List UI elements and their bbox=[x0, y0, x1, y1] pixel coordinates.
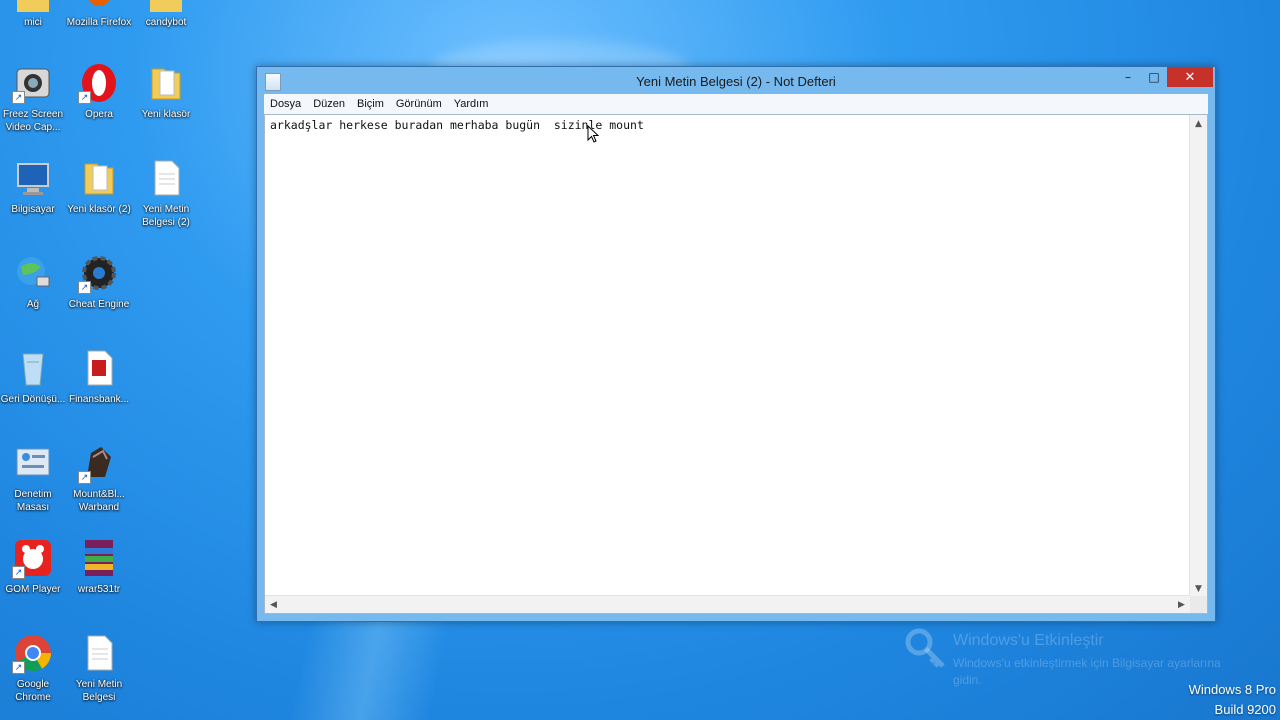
notepad-app-icon[interactable] bbox=[265, 73, 281, 91]
key-icon bbox=[905, 628, 945, 668]
text-file-icon bbox=[78, 632, 120, 674]
desktop-icon-google-chrome[interactable]: ↗ Google Chrome bbox=[0, 632, 66, 704]
text-editor-area[interactable]: arkadşlar herkese buradan merhaba bugün … bbox=[264, 114, 1208, 614]
os-build-info: Windows 8 Pro Build 9200 bbox=[1189, 680, 1276, 720]
os-build-number: Build 9200 bbox=[1214, 702, 1276, 717]
chrome-icon: ↗ bbox=[12, 632, 54, 674]
desktop-icon-gom-player[interactable]: ↗ GOM Player bbox=[0, 537, 66, 596]
maximize-button[interactable]: □ bbox=[1141, 67, 1167, 87]
shortcut-arrow-icon: ↗ bbox=[78, 91, 91, 104]
menu-bar: Dosya Düzen Biçim Görünüm Yardım bbox=[264, 94, 1208, 114]
menu-bicim[interactable]: Biçim bbox=[351, 98, 390, 110]
desktop-icon-finansbank[interactable]: Finansbank... bbox=[66, 347, 132, 406]
menu-yardim[interactable]: Yardım bbox=[448, 98, 495, 110]
capture-app-icon: ↗ bbox=[12, 62, 54, 104]
desktop-icon-yeni-metin-belgesi[interactable]: Yeni Metin Belgesi bbox=[66, 632, 132, 704]
desktop-icon-cheat-engine[interactable]: ↗ Cheat Engine bbox=[66, 252, 132, 311]
vertical-scrollbar[interactable]: ▲ ▼ bbox=[1189, 115, 1207, 597]
desktop-icon-firefox[interactable]: Mozilla Firefox bbox=[66, 0, 132, 29]
text-file-icon bbox=[145, 157, 187, 199]
window-titlebar[interactable]: Yeni Metin Belgesi (2) - Not Defteri – □… bbox=[257, 67, 1215, 95]
network-icon bbox=[12, 252, 54, 294]
scroll-up-icon[interactable]: ▲ bbox=[1190, 115, 1207, 132]
shortcut-arrow-icon: ↗ bbox=[78, 471, 91, 484]
desktop-icon-mici[interactable]: mici bbox=[0, 0, 66, 29]
cheat-engine-icon: ↗ bbox=[78, 252, 120, 294]
folder-icon bbox=[12, 0, 54, 12]
scroll-down-icon[interactable]: ▼ bbox=[1190, 580, 1207, 597]
notepad-window[interactable]: Yeni Metin Belgesi (2) - Not Defteri – □… bbox=[256, 66, 1216, 622]
shortcut-arrow-icon: ↗ bbox=[12, 661, 25, 674]
shortcut-arrow-icon: ↗ bbox=[12, 91, 25, 104]
desktop-icon-recycle-bin[interactable]: Geri Dönüşü... bbox=[0, 347, 66, 406]
shortcut-arrow-icon: ↗ bbox=[12, 566, 25, 579]
desktop-icon-mount-blade[interactable]: ↗ Mount&Bl... Warband bbox=[66, 442, 132, 514]
mouse-cursor-icon bbox=[587, 125, 599, 143]
control-panel-icon bbox=[12, 442, 54, 484]
window-title: Yeni Metin Belgesi (2) - Not Defteri bbox=[636, 73, 836, 89]
desktop-icon-yeni-klasor[interactable]: Yeni klasör bbox=[133, 62, 199, 121]
winrar-icon bbox=[78, 537, 120, 579]
recycle-bin-icon bbox=[12, 347, 54, 389]
desktop-icon-yeni-klasor-2[interactable]: Yeni klasör (2) bbox=[66, 157, 132, 216]
scroll-left-icon[interactable]: ◀ bbox=[265, 596, 282, 613]
activation-title: Windows'u Etkinleştir bbox=[953, 632, 1104, 649]
gom-player-icon: ↗ bbox=[12, 537, 54, 579]
shortcut-arrow-icon: ↗ bbox=[78, 281, 91, 294]
window-controls: – □ ✕ bbox=[1115, 67, 1213, 87]
folder-icon bbox=[145, 0, 187, 12]
desktop-icon-bilgisayar[interactable]: Bilgisayar bbox=[0, 157, 66, 216]
desktop-icon-opera[interactable]: ↗ Opera bbox=[66, 62, 132, 121]
desktop-icon-ag[interactable]: Ağ bbox=[0, 252, 66, 311]
minimize-button[interactable]: – bbox=[1115, 67, 1141, 87]
menu-duzen[interactable]: Düzen bbox=[307, 98, 351, 110]
desktop-icon-candybot[interactable]: candybot bbox=[133, 0, 199, 29]
resize-grip[interactable] bbox=[1190, 596, 1207, 613]
computer-icon bbox=[12, 157, 54, 199]
scroll-right-icon[interactable]: ▶ bbox=[1173, 596, 1190, 613]
desktop-icon-yeni-metin-belgesi-2[interactable]: Yeni Metin Belgesi (2) bbox=[133, 157, 199, 229]
close-button[interactable]: ✕ bbox=[1167, 67, 1213, 87]
desktop-icon-freez-screen[interactable]: ↗ Freez Screen Video Cap... bbox=[0, 62, 66, 134]
pdf-file-icon bbox=[78, 347, 120, 389]
game-icon: ↗ bbox=[78, 442, 120, 484]
desktop-icon-denetim-masasi[interactable]: Denetim Masası bbox=[0, 442, 66, 514]
os-edition: Windows 8 Pro bbox=[1188, 682, 1276, 697]
desktop-icon-winrar[interactable]: wrar531tr bbox=[66, 537, 132, 596]
folder-icon bbox=[145, 62, 187, 104]
horizontal-scrollbar[interactable]: ◀ ▶ bbox=[265, 595, 1190, 613]
firefox-icon bbox=[78, 0, 120, 12]
menu-gorunum[interactable]: Görünüm bbox=[390, 98, 448, 110]
menu-dosya[interactable]: Dosya bbox=[264, 98, 307, 110]
opera-icon: ↗ bbox=[78, 62, 120, 104]
folder-icon bbox=[78, 157, 120, 199]
wallpaper-beam bbox=[289, 620, 451, 720]
